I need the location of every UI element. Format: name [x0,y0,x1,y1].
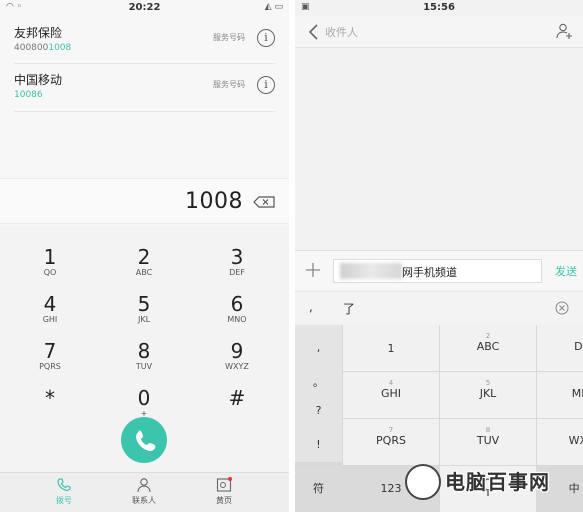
message-text: 网手机频道 [402,266,457,279]
blurred-text [340,263,402,279]
candidate-item[interactable]: 了 [343,300,355,317]
contact-number: 10086 [14,90,43,100]
key-9[interactable]: 9 WXYZ [189,330,285,378]
message-input[interactable]: 网手机频道 [333,259,542,283]
yellow-pages-icon [216,477,232,492]
key-pqrs[interactable]: 7 PQRS [343,419,439,465]
send-button[interactable]: 发送 [555,263,577,279]
service-tag: 服务号码 [213,80,245,89]
key-hash[interactable]: # [189,377,285,425]
key-7[interactable]: 7 PQRS [2,330,98,378]
sms-header: 收件人 [295,16,583,48]
key-ghi[interactable]: 4 GHI [343,372,439,418]
key-exclaim[interactable]: ! [295,428,342,462]
bottom-nav: 拨号 联系人 黄页 [0,472,289,512]
dialer-screen: ◠ ◦ 20:22 ◭ ▭ 友邦保险 4008001008 服务号码 i 中国移… [0,0,289,512]
nav-contacts[interactable]: 联系人 [104,477,184,506]
call-button[interactable] [121,417,167,463]
key-5[interactable]: 5 JKL [96,283,192,331]
key-8[interactable]: 8 TUV [96,330,192,378]
key-3[interactable]: 3 DEF [189,236,285,284]
key-mno[interactable]: 6MNO [537,372,583,418]
nav-dial[interactable]: 拨号 [24,477,104,506]
contact-number: 4008001008 [14,43,72,53]
status-bar: ▣ 15:56 [295,0,583,16]
sms-screen: ▣ 15:56 收件人 网手机频道 发送 , 了 , 。 ? ! 1 2 ABC… [295,0,583,512]
watermark-logo [405,464,441,500]
plus-icon[interactable] [305,262,321,278]
service-tag: 服务号码 [213,33,245,42]
dialed-number: 1008 [185,189,243,214]
key-1[interactable]: 1 QO [2,236,98,284]
compose-bar: 网手机频道 发送 [295,250,583,290]
nav-yellow-pages[interactable]: 黄页 [184,477,264,506]
info-icon[interactable]: i [257,29,275,47]
contact-row[interactable]: 友邦保险 4008001008 服务号码 i [0,16,289,64]
divider [14,111,275,112]
key-star[interactable]: * [2,377,98,425]
key-def[interactable]: 3DEF [537,325,583,371]
backspace-icon[interactable] [253,196,275,208]
dial-display: 1008 [0,178,289,224]
phone-handset-icon [136,430,156,451]
key-6[interactable]: 6 MNO [189,283,285,331]
key-question[interactable]: ? [295,394,342,428]
close-icon[interactable] [555,301,569,315]
candidate-item[interactable]: , [309,300,313,314]
watermark: 电脑百事网 [405,460,580,506]
key-tuv[interactable]: 8 TUV [440,419,536,465]
info-icon[interactable]: i [257,76,275,94]
back-icon[interactable] [307,23,321,41]
key-comma[interactable]: , [295,325,342,371]
key-symbols[interactable]: 符 [295,466,342,512]
key-4[interactable]: 4 GHI [2,283,98,331]
key-wxyz[interactable]: 9WXYZ [537,419,583,465]
add-contact-icon[interactable] [555,22,573,40]
contacts-icon [137,478,151,493]
status-time: 15:56 [423,2,455,13]
status-bar: ◠ ◦ 20:22 ◭ ▭ [0,0,289,16]
key-jkl[interactable]: 5 JKL [440,372,536,418]
battery-icon: ◭ ▭ [264,2,283,12]
key-2[interactable]: 2 ABC [96,236,192,284]
candidate-bar: , 了 [295,291,583,324]
key-abc[interactable]: 2 ABC [440,325,536,371]
contact-row[interactable]: 中国移动 10086 服务号码 i [0,63,289,111]
status-time: 20:22 [128,2,161,13]
recipient-field[interactable]: 收件人 [325,24,358,40]
key-1[interactable]: 1 [343,325,439,371]
key-period[interactable]: 。 [295,371,342,394]
phone-icon [57,478,71,492]
contact-name: 中国移动 [14,73,63,87]
watermark-text: 电脑百事网 [445,470,550,494]
contact-name: 友邦保险 [14,26,63,40]
